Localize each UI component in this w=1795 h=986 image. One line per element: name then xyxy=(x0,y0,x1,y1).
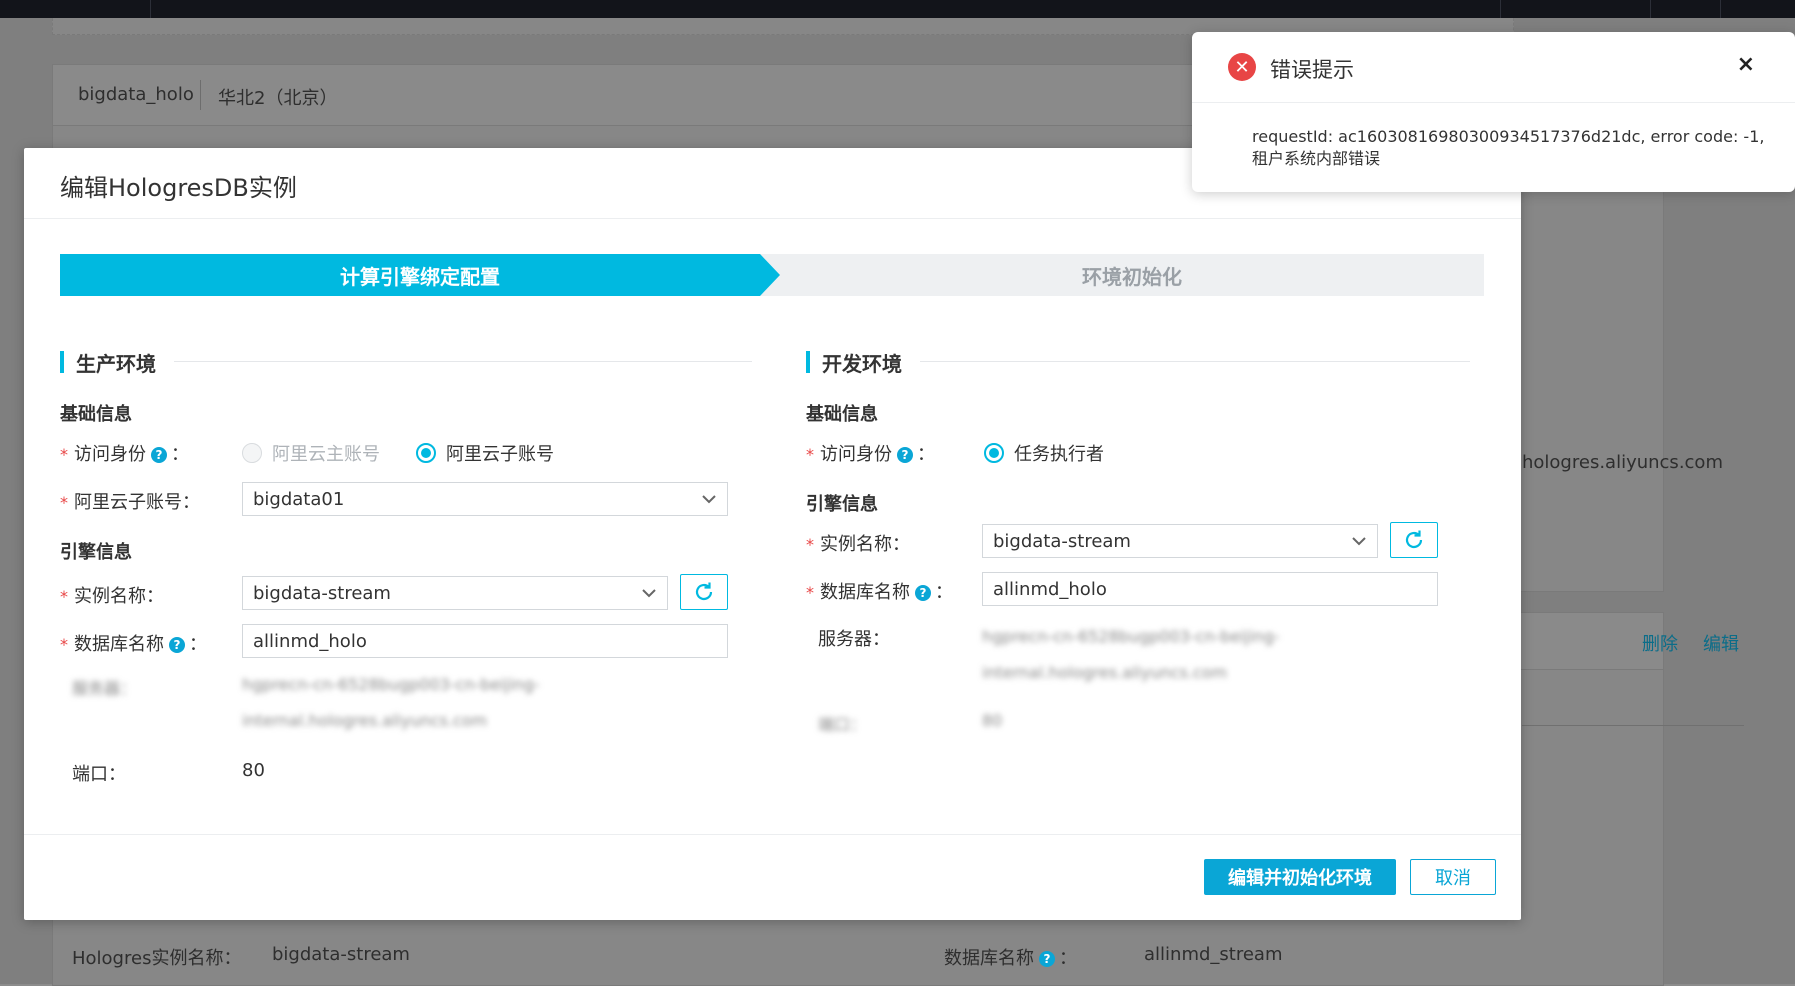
development-port-value: 80 xyxy=(982,711,1003,730)
chevron-down-icon xyxy=(702,495,716,504)
production-instance-select[interactable]: bigdata-stream xyxy=(242,576,668,610)
error-icon: ✕ xyxy=(1228,53,1256,81)
radio-dot xyxy=(242,443,262,463)
production-server-label: 服务器： xyxy=(72,679,137,698)
production-server-line1: hgprecn-cn-6528bugp003-cn-beijing- xyxy=(242,675,540,694)
development-instance-select[interactable]: bigdata-stream xyxy=(982,524,1378,558)
production-section-title: 生产环境 xyxy=(60,348,156,377)
bg-hologres-label: Hologres实例名称： xyxy=(72,948,242,969)
production-db-label: * 数据库名称?： xyxy=(60,634,207,655)
production-port-label: 端口： xyxy=(72,764,126,785)
help-icon[interactable]: ? xyxy=(915,585,931,601)
error-toast: ✕ 错误提示 × requestId: ac160308169803009345… xyxy=(1192,32,1795,192)
chevron-down-icon xyxy=(1352,537,1366,546)
radio-dot-selected xyxy=(416,443,436,463)
development-instance-value: bigdata-stream xyxy=(993,530,1131,552)
production-db-value: allinmd_holo xyxy=(253,630,367,652)
step-bar: 计算引擎绑定配置 环境初始化 xyxy=(60,254,1484,296)
production-port-value: 80 xyxy=(242,760,265,781)
refresh-icon xyxy=(695,582,713,601)
chevron-down-icon xyxy=(642,589,656,598)
development-db-input[interactable]: allinmd_holo xyxy=(982,572,1438,606)
refresh-icon xyxy=(1405,530,1423,549)
development-db-label: * 数据库名称?： xyxy=(806,582,953,603)
development-section-title: 开发环境 xyxy=(806,348,902,377)
development-db-value: allinmd_holo xyxy=(993,578,1107,600)
radio-task-executor[interactable]: 任务执行者 xyxy=(984,440,1104,466)
toast-message: requestId: ac16030816980300934517376d21d… xyxy=(1252,127,1765,168)
bg-edit-link[interactable]: 编辑 xyxy=(1703,630,1739,656)
bg-delete-link[interactable]: 删除 xyxy=(1642,630,1678,656)
production-instance-value: bigdata-stream xyxy=(253,582,391,604)
development-instance-label: * 实例名称： xyxy=(806,534,910,555)
development-engine-title: 引擎信息 xyxy=(806,494,878,515)
close-icon[interactable]: × xyxy=(1737,52,1755,77)
production-refresh-button[interactable] xyxy=(680,574,728,610)
bg-db-label: 数据库名称?： xyxy=(944,948,1077,969)
production-db-input[interactable]: allinmd_holo xyxy=(242,624,728,658)
help-icon[interactable]: ? xyxy=(169,637,185,653)
toast-header: ✕ 错误提示 × xyxy=(1192,32,1795,103)
production-instance-label: * 实例名称： xyxy=(60,586,164,607)
top-navbar xyxy=(0,0,1795,18)
development-section-line xyxy=(920,361,1470,362)
bg-instance-name: bigdata_holo xyxy=(78,84,194,105)
subaccount-value: bigdata01 xyxy=(253,488,345,510)
development-server-line2: internal.hologres.aliyuncs.com xyxy=(982,663,1228,682)
production-engine-title: 引擎信息 xyxy=(60,542,132,563)
production-server-line2: internal.hologres.aliyuncs.com xyxy=(242,711,488,730)
bg-region: 华北2（北京） xyxy=(218,88,338,109)
help-icon[interactable]: ? xyxy=(1039,951,1055,967)
modal-footer-divider xyxy=(24,834,1521,835)
radio-sub-account[interactable]: 阿里云子账号 xyxy=(416,440,554,466)
subaccount-label: * 阿里云子账号： xyxy=(60,492,200,513)
radio-main-account[interactable]: 阿里云主账号 xyxy=(242,440,380,466)
radio-dot-selected xyxy=(984,443,1004,463)
production-identity-label: * 访问身份?： xyxy=(60,444,189,465)
bg-separator xyxy=(1522,725,1744,726)
development-server-label: 服务器： xyxy=(818,629,890,650)
development-identity-label: * 访问身份?： xyxy=(806,444,935,465)
bg-hologres-value: bigdata-stream xyxy=(272,944,410,965)
development-port-label: 端口： xyxy=(818,715,867,734)
development-refresh-button[interactable] xyxy=(1390,522,1438,558)
bg-endpoint-text: hologres.aliyuncs.com xyxy=(1522,452,1723,473)
production-section-line xyxy=(174,361,752,362)
cancel-button[interactable]: 取消 xyxy=(1410,859,1496,895)
step-env-init[interactable]: 环境初始化 xyxy=(780,254,1484,296)
edit-instance-modal: 编辑HologresDB实例 计算引擎绑定配置 环境初始化 生产环境 基础信息 … xyxy=(24,148,1521,920)
step-compute-binding[interactable]: 计算引擎绑定配置 xyxy=(60,254,780,296)
help-icon[interactable]: ? xyxy=(897,447,913,463)
toast-title: 错误提示 xyxy=(1270,58,1354,82)
production-basic-title: 基础信息 xyxy=(60,404,132,425)
bg-divider xyxy=(200,80,201,110)
edit-and-init-button[interactable]: 编辑并初始化环境 xyxy=(1204,859,1396,895)
subaccount-select[interactable]: bigdata01 xyxy=(242,482,728,516)
help-icon[interactable]: ? xyxy=(151,447,167,463)
modal-title: 编辑HologresDB实例 xyxy=(60,174,297,202)
development-basic-title: 基础信息 xyxy=(806,404,878,425)
modal-header-divider xyxy=(24,218,1521,219)
development-server-line1: hgprecn-cn-6528bugp003-cn-beijing- xyxy=(982,627,1280,646)
bg-db-value: allinmd_stream xyxy=(1144,944,1283,965)
